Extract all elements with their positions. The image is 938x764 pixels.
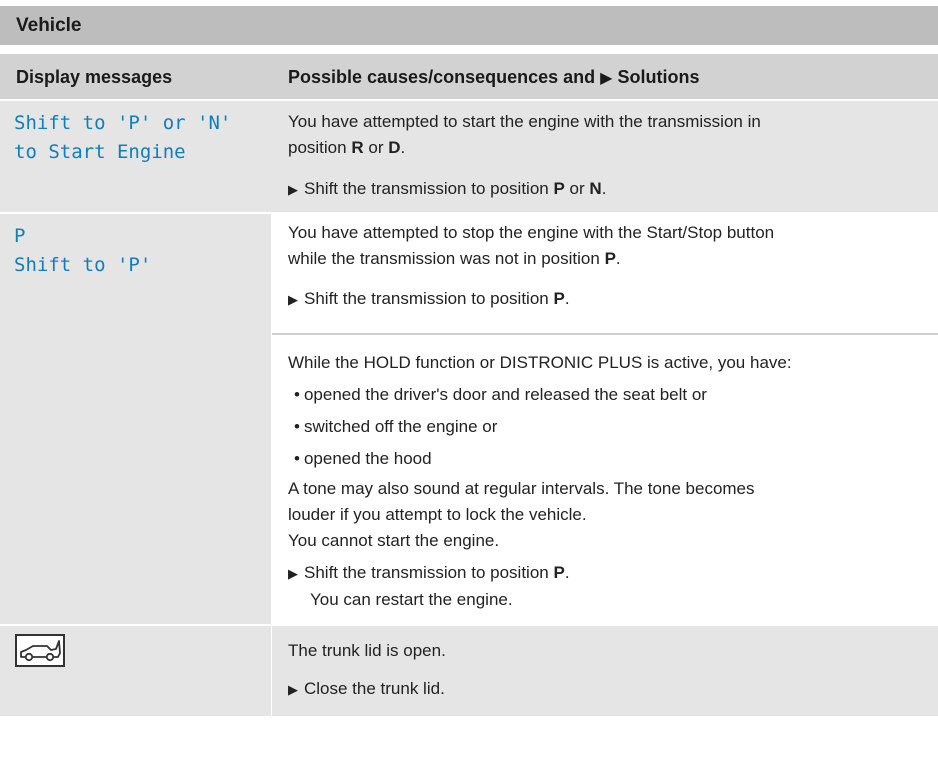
column-header-display-messages: Display messages (16, 67, 173, 87)
bullet-item: • opened the hood (294, 449, 432, 468)
cause-text: While the HOLD function or DISTRONIC PLU… (288, 350, 792, 613)
solution-step: ▶ Shift the transmission to position P. (288, 286, 570, 313)
solution-arrow-icon: ▶ (288, 682, 298, 697)
bullet-item: • switched off the engine or (294, 417, 498, 436)
display-messages-table: Display messages Possible causes/consequ… (0, 54, 938, 716)
display-message: P Shift to 'P' (14, 222, 151, 280)
table-row: P Shift to 'P' You have attempted to sto… (0, 214, 938, 624)
solution-step: ▶ Close the trunk lid. (288, 676, 445, 703)
cause-line: A tone may also sound at regular interva… (288, 479, 755, 498)
cause-line: position R or D. (288, 138, 406, 157)
bullet-item: • opened the driver's door and released t… (294, 385, 707, 404)
cause-line: You have attempted to stop the engine wi… (288, 223, 775, 242)
section-title: Vehicle (16, 15, 82, 36)
section-header: Vehicle (0, 6, 938, 46)
cause-line: while the transmission was not in positi… (288, 249, 621, 268)
table-header: Display messages Possible causes/consequ… (0, 54, 938, 101)
cause-line: While the HOLD function or DISTRONIC PLU… (288, 353, 792, 372)
column-header-prefix: Possible causes/consequences and (288, 67, 596, 87)
solution-arrow-icon: ▶ (600, 70, 613, 87)
cause-text: You have attempted to start the engine w… (288, 109, 761, 161)
table-row: The trunk lid is open. ▶ Close the trunk … (0, 624, 938, 716)
display-message-line: Shift to 'P' or 'N' (14, 112, 232, 134)
car-trunk-open-icon (15, 634, 65, 667)
column-header-suffix: Solutions (617, 67, 700, 87)
table-row: Shift to 'P' or 'N' to Start Engine You … (0, 101, 938, 214)
solution-step: ▶ Shift the transmission to position P. (288, 560, 792, 587)
cause-line: louder if you attempt to lock the vehicl… (288, 505, 587, 524)
solution-arrow-icon: ▶ (288, 182, 298, 197)
solution-arrow-icon: ▶ (288, 292, 298, 307)
display-message-line: Shift to 'P' (14, 254, 152, 276)
display-message-line: P (14, 225, 26, 247)
column-header-causes-solutions: Possible causes/consequences and ▶ Solut… (288, 67, 699, 88)
solution-arrow-icon: ▶ (288, 566, 298, 581)
solution-followup: You can restart the engine. (310, 590, 513, 609)
cause-text: You have attempted to stop the engine wi… (288, 220, 774, 272)
cause-line: You cannot start the engine. (288, 531, 500, 550)
display-message: Shift to 'P' or 'N' to Start Engine (14, 109, 231, 167)
cause-line: You have attempted to start the engine w… (288, 112, 761, 131)
solution-step: ▶ Shift the transmission to position P or… (288, 176, 606, 203)
display-message-line: to Start Engine (14, 141, 186, 163)
cell-divider (272, 333, 938, 335)
cause-text: The trunk lid is open. (288, 641, 446, 660)
